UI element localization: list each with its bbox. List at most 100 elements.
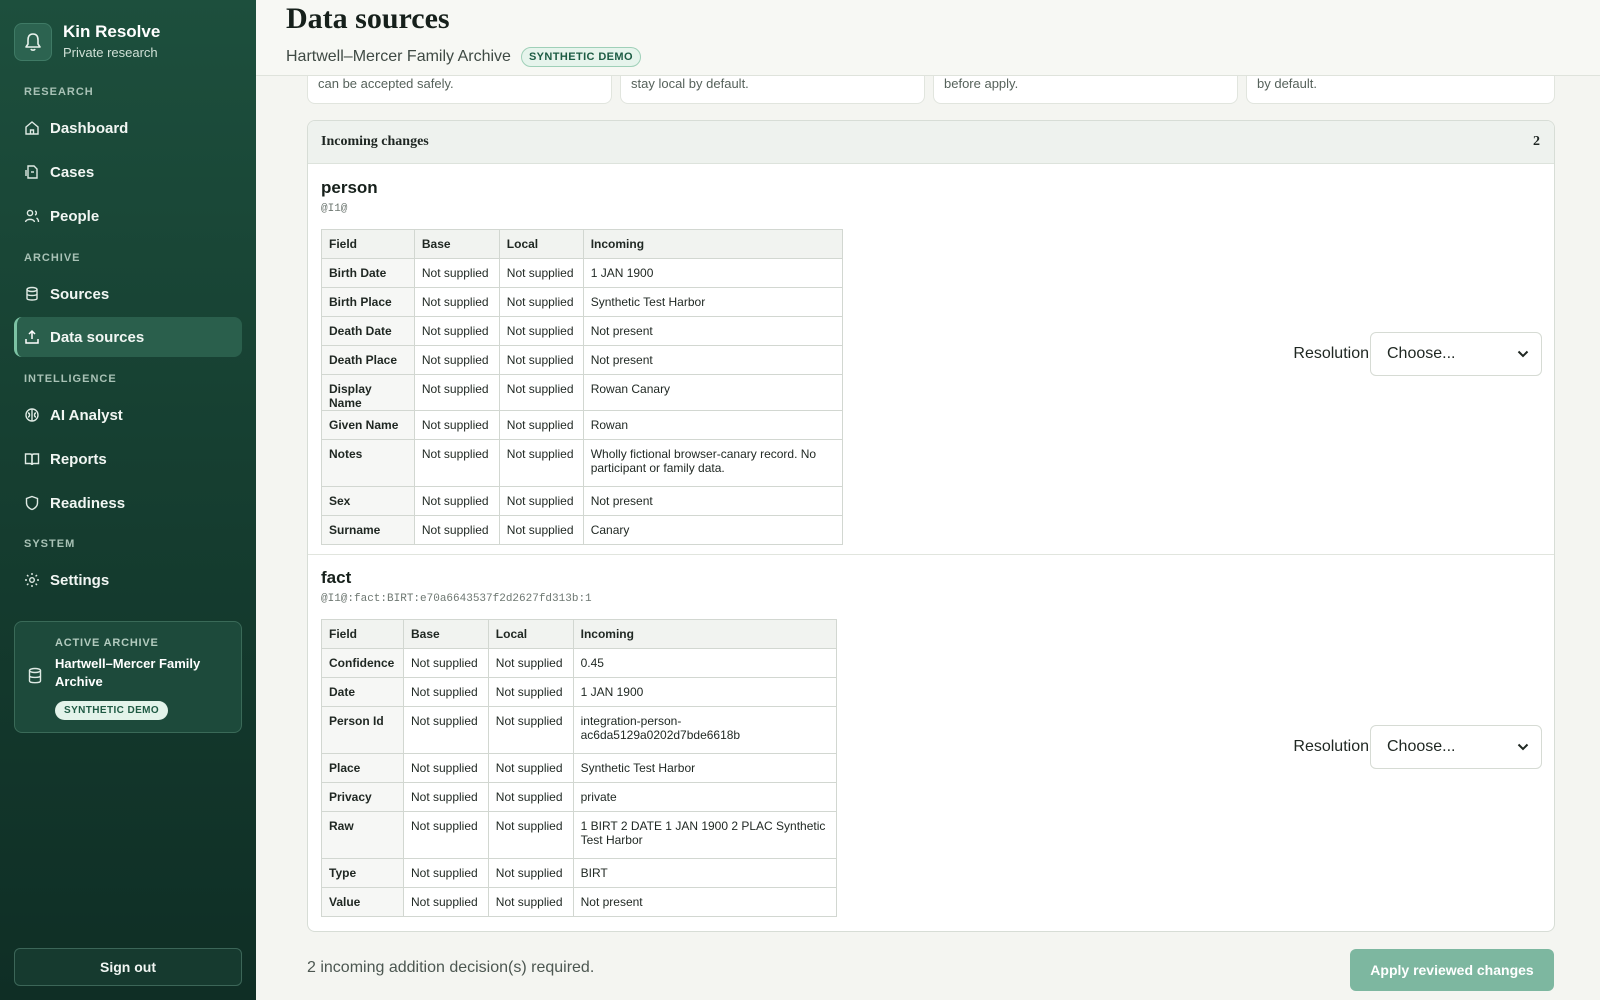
local-cell: Not supplied	[498, 316, 584, 346]
home-icon	[25, 121, 39, 135]
brain-icon	[25, 408, 39, 422]
table-row: Type Not supplied Not supplied BIRT	[321, 858, 838, 888]
nav-item-label: Readiness	[50, 494, 126, 512]
base-cell: Not supplied	[402, 858, 489, 888]
field-cell: Raw	[321, 811, 404, 859]
document-icon	[25, 165, 38, 179]
table-row: Notes Not supplied Not supplied Wholly fict…	[321, 439, 844, 487]
local-cell: Not supplied	[498, 374, 584, 411]
table-row: Death Place Not supplied Not supplied Not p…	[321, 345, 844, 375]
synthetic-demo-badge: SYNTHETIC DEMO	[55, 701, 169, 720]
nav-item-reports[interactable]: Reports	[14, 439, 242, 479]
field-cell: Date	[321, 677, 404, 707]
table-row: Date Not supplied Not supplied 1 JAN 1900	[321, 677, 838, 707]
diff-table: Field Base Local Incoming Birth Date Not …	[321, 229, 844, 545]
active-archive-label: ACTIVE ARCHIVE	[55, 637, 159, 649]
incoming-cell: Rowan Canary	[582, 374, 844, 411]
base-cell: Not supplied	[402, 753, 489, 783]
nav-item-readiness[interactable]: Readiness	[14, 483, 242, 523]
brand[interactable]: Kin Resolve Private research	[14, 22, 160, 62]
resolution-control: Resolution Choose...	[1293, 725, 1542, 769]
field-cell: Death Date	[321, 316, 415, 346]
field-cell: Type	[321, 858, 404, 888]
nav-item-settings[interactable]: Settings	[14, 560, 242, 600]
resolution-select[interactable]: Choose...	[1370, 725, 1542, 769]
field-cell: Person Id	[321, 706, 404, 754]
field-cell: Surname	[321, 515, 415, 545]
nav-item-data-sources[interactable]: Data sources	[14, 317, 242, 357]
nav-item-label: Data sources	[50, 328, 145, 346]
incoming-cell: 1 JAN 1900	[572, 677, 838, 707]
table-row: Display Name Not supplied Not supplied Rowa…	[321, 374, 844, 411]
base-cell: Not supplied	[413, 439, 500, 487]
sign-out-button[interactable]: Sign out	[14, 948, 242, 986]
nav-item-sources[interactable]: Sources	[14, 274, 242, 314]
bell-icon	[14, 23, 52, 61]
table-row: Surname Not supplied Not supplied Canary	[321, 515, 844, 545]
base-cell: Not supplied	[413, 410, 500, 440]
nav-item-label: People	[50, 207, 100, 225]
incoming-cell: Wholly fictional browser-canary record. …	[582, 439, 844, 487]
table-row: Given Name Not supplied Not supplied Rowan	[321, 410, 844, 440]
local-cell: Not supplied	[498, 439, 584, 487]
nav-section-system: SYSTEM	[24, 538, 76, 550]
local-cell: Not supplied	[487, 753, 574, 783]
table-header-row: Field Base Local Incoming	[321, 619, 838, 649]
table-row: Confidence Not supplied Not supplied 0.45	[321, 648, 838, 678]
base-cell: Not supplied	[413, 258, 500, 288]
local-cell: Not supplied	[498, 515, 584, 545]
incoming-changes-title: Incoming changes	[321, 134, 429, 149]
incoming-cell: 0.45	[572, 648, 838, 678]
column-header: Incoming	[582, 229, 844, 259]
table-row: Person Id Not supplied Not supplied integra…	[321, 706, 838, 754]
book-icon	[24, 453, 40, 466]
base-cell: Not supplied	[402, 782, 489, 812]
archive-name: Hartwell–Mercer Family Archive	[286, 48, 511, 65]
incoming-cell: private	[572, 782, 838, 812]
nav-item-cases[interactable]: Cases	[14, 152, 242, 192]
nav-item-dashboard[interactable]: Dashboard	[14, 108, 242, 148]
column-header: Local	[498, 229, 584, 259]
main-content: can be accepted safely. stay local by de…	[256, 0, 1600, 1000]
column-header: Base	[413, 229, 500, 259]
people-icon	[24, 209, 40, 223]
local-cell: Not supplied	[487, 858, 574, 888]
nav-section-intelligence: INTELLIGENCE	[24, 373, 117, 385]
nav-section-research: RESEARCH	[24, 86, 94, 98]
incoming-cell: Rowan	[582, 410, 844, 440]
field-cell: Notes	[321, 439, 415, 487]
field-cell: Death Place	[321, 345, 415, 375]
base-cell: Not supplied	[413, 287, 500, 317]
local-cell: Not supplied	[498, 287, 584, 317]
base-cell: Not supplied	[402, 706, 489, 754]
local-cell: Not supplied	[487, 648, 574, 678]
local-cell: Not supplied	[498, 258, 584, 288]
nav-item-people[interactable]: People	[14, 196, 242, 236]
table-row: Value Not supplied Not supplied Not present	[321, 887, 838, 917]
local-cell: Not supplied	[487, 887, 574, 917]
table-row: Birth Place Not supplied Not supplied Synth…	[321, 287, 844, 317]
synthetic-demo-badge: SYNTHETIC DEMO	[520, 47, 641, 67]
resolution-label: Resolution	[1293, 738, 1369, 755]
local-cell: Not supplied	[487, 811, 574, 859]
entity-type: fact	[321, 568, 352, 587]
page-title: Data sources	[286, 2, 450, 35]
base-cell: Not supplied	[413, 515, 500, 545]
nav-item-label: Dashboard	[50, 119, 129, 137]
local-cell: Not supplied	[498, 486, 584, 516]
field-cell: Privacy	[321, 782, 404, 812]
change-entity-fact: fact @I1@:fact:BIRT:e70a6643537f2d2627fd…	[308, 554, 1554, 931]
table-row: Place Not supplied Not supplied Synthetic T…	[321, 753, 838, 783]
apply-reviewed-changes-button[interactable]: Apply reviewed changes	[1350, 949, 1554, 991]
active-archive-card[interactable]: ACTIVE ARCHIVE Hartwell–Mercer Family Ar…	[14, 621, 242, 733]
resolution-select[interactable]: Choose...	[1370, 332, 1542, 376]
incoming-cell: integration-person-ac6da5129a0202d7bde66…	[572, 706, 838, 754]
field-cell: Confidence	[321, 648, 404, 678]
local-cell: Not supplied	[487, 782, 574, 812]
incoming-changes-count: 2	[1533, 134, 1540, 149]
chevron-down-icon	[1517, 743, 1529, 751]
base-cell: Not supplied	[402, 677, 489, 707]
base-cell: Not supplied	[413, 486, 500, 516]
nav-item-ai-analyst[interactable]: AI Analyst	[14, 395, 242, 435]
column-header: Field	[321, 229, 415, 259]
